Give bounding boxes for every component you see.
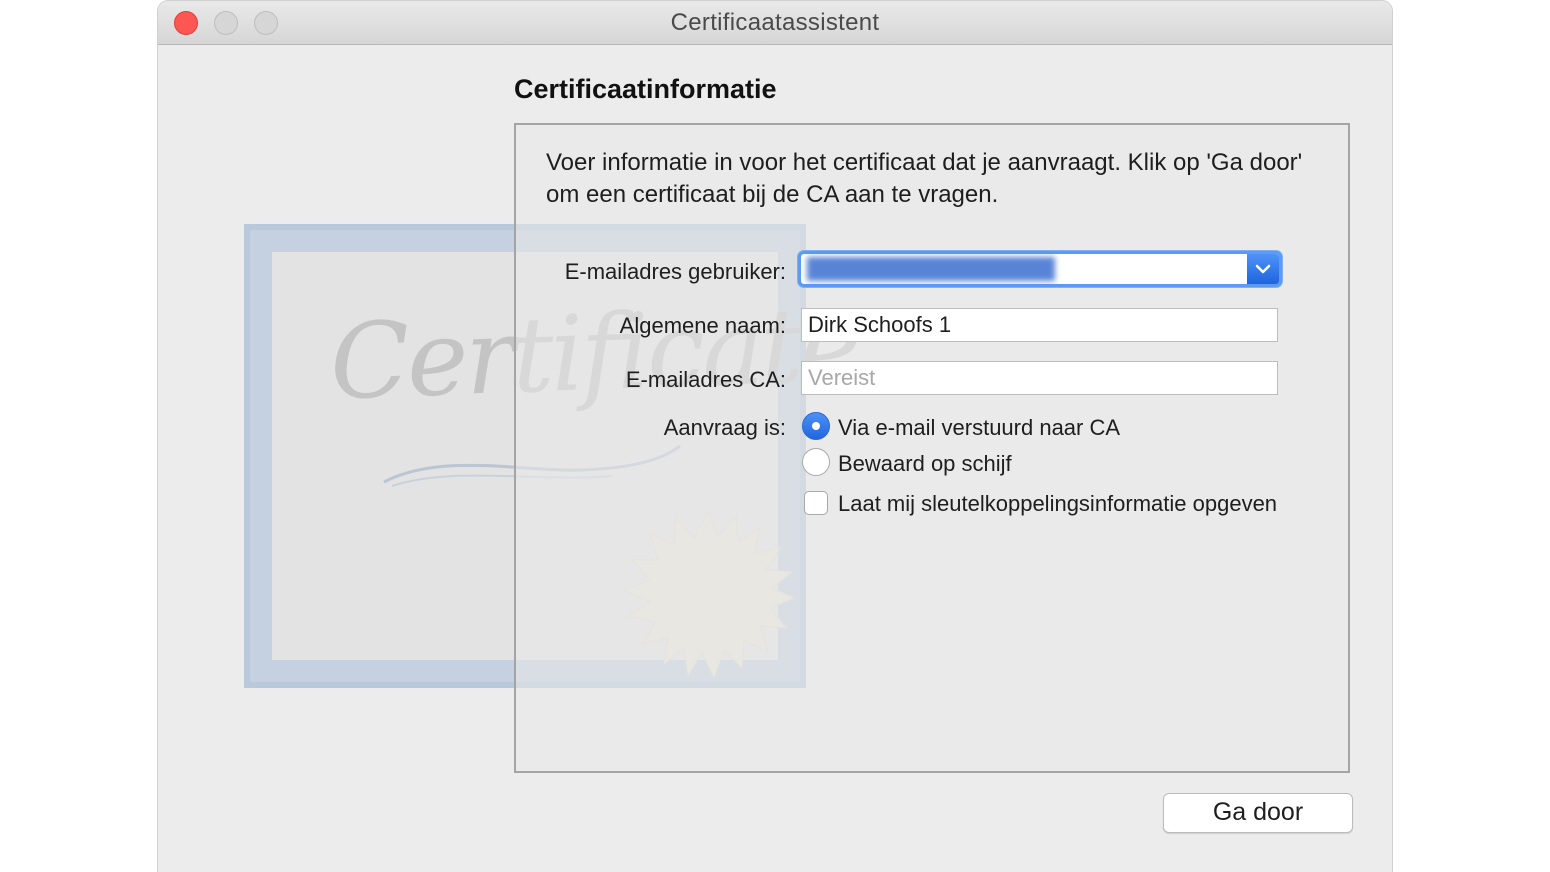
user-email-label: E-mailadres gebruiker: (564, 259, 786, 284)
radio-save-to-disk[interactable] (802, 448, 830, 476)
common-name-field[interactable]: Dirk Schoofs 1 (801, 308, 1278, 342)
chevron-down-icon[interactable] (1247, 254, 1279, 284)
user-email-value-redacted (807, 257, 1055, 281)
radio-email-to-ca-label[interactable]: Via e-mail verstuurd naar CA (838, 415, 1120, 441)
title-bar: Certificaatassistent (158, 1, 1392, 45)
info-panel: Voer informatie in voor het certificaat … (514, 123, 1350, 773)
ca-email-field[interactable]: Vereist (801, 361, 1278, 395)
radio-save-to-disk-label[interactable]: Bewaard op schijf (838, 451, 1012, 477)
continue-button[interactable]: Ga door (1163, 793, 1353, 833)
keypair-checkbox[interactable] (804, 491, 828, 515)
intro-text: Voer informatie in voor het certificaat … (546, 149, 1303, 208)
section-title: Certificaatinformatie (514, 74, 777, 104)
user-email-popup[interactable] (798, 251, 1282, 287)
request-label: Aanvraag is: (663, 415, 786, 440)
ca-email-label: E-mailadres CA: (625, 367, 786, 392)
window-title: Certificaatassistent (670, 9, 880, 36)
radio-email-to-ca[interactable] (802, 412, 830, 440)
keypair-checkbox-label[interactable]: Laat mij sleutelkoppelingsinformatie opg… (838, 491, 1277, 517)
certificate-assistant-window: Certificaatassistent Certificate Certifi… (158, 1, 1392, 872)
common-name-label: Algemene naam: (619, 313, 786, 338)
